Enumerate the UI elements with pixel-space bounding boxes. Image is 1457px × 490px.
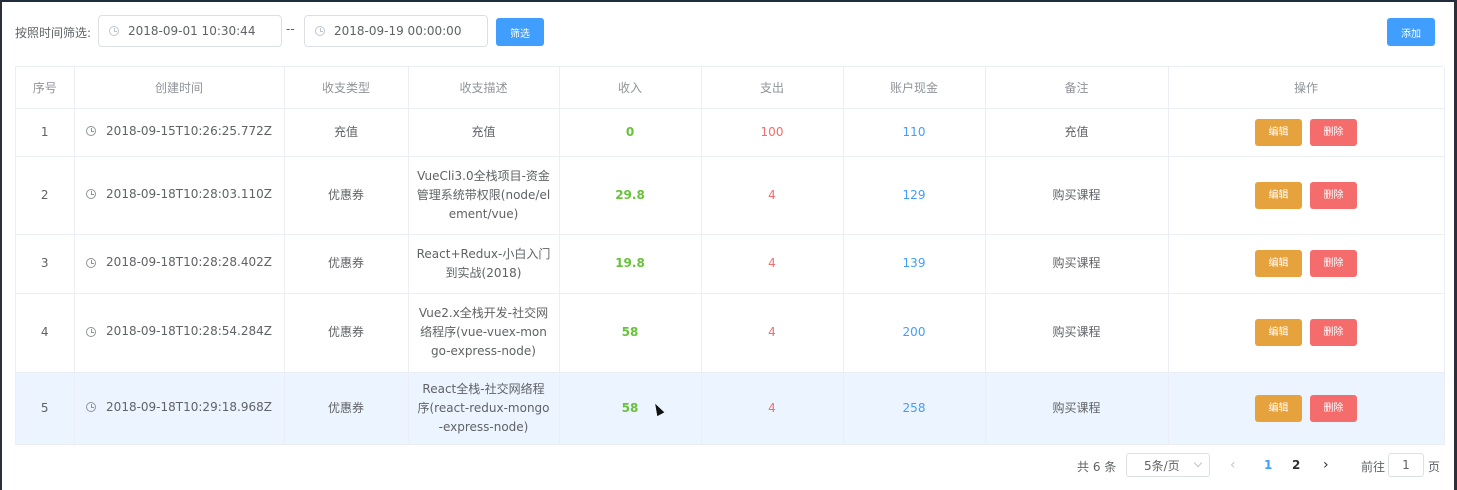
delete-button[interactable]: 删除 [1310,394,1357,422]
delete-button[interactable]: 删除 [1310,250,1357,277]
cell-time: 2018-09-18T10:28:28.402Z [106,255,272,270]
table-row[interactable]: 1 2018-09-15T10:26:25.772Z 充值 充值 0 100 1… [16,108,1445,157]
filter-label: 按照时间筛选: [15,26,92,40]
filter-button[interactable]: 筛选 [496,18,544,46]
table-row[interactable]: 4 2018-09-18T10:28:54.284Z 优惠券 Vue2.x全栈开… [16,293,1445,373]
edit-button[interactable]: 编辑 [1255,319,1302,346]
goto-suffix: 页 [1428,460,1441,474]
cell-expense: 4 [701,372,844,445]
goto-page-input[interactable]: 1 [1388,453,1424,477]
header-actions: 操作 [1168,67,1445,109]
end-date-value: 2018-09-19 00:00:00 [334,24,462,38]
end-date-input[interactable]: 2018-09-19 00:00:00 [304,15,488,47]
window-left-border [0,0,2,490]
cell-income: 19.8 [559,234,702,294]
cell-cash: 129 [843,156,986,235]
edit-button[interactable]: 编辑 [1255,118,1302,146]
clock-icon [86,257,97,268]
start-date-input[interactable]: 2018-09-01 10:30:44 [98,15,282,47]
date-range-separator: -- [286,22,295,36]
cell-description: React全栈-社交网络程序(react-redux-mongo-express… [417,381,550,434]
header-index: 序号 [16,67,75,109]
cell-income: 0 [559,108,702,157]
delete-button[interactable]: 删除 [1310,118,1357,146]
page-number-1[interactable]: 1 [1264,458,1272,472]
chevron-down-icon [1193,458,1203,468]
delete-button[interactable]: 删除 [1310,181,1357,209]
header-expense: 支出 [701,67,844,109]
header-remark: 备注 [985,67,1169,109]
cell-time: 2018-09-18T10:28:03.110Z [106,186,272,201]
edit-button[interactable]: 编辑 [1255,394,1302,422]
cell-remark: 购买课程 [985,156,1169,235]
page-size-select[interactable]: 5条/页 [1126,453,1210,477]
cell-index: 1 [16,108,75,157]
edit-button[interactable]: 编辑 [1255,250,1302,277]
clock-icon [86,326,97,337]
cell-expense: 4 [701,156,844,235]
pagination: 共 6 条 5条/页 ‹ 1 2 › 前往 1 页 [0,453,1457,477]
clock-icon [86,402,97,413]
cell-cash: 258 [843,372,986,445]
add-button[interactable]: 添加 [1387,18,1435,46]
table-row[interactable]: 2 2018-09-18T10:28:03.110Z 优惠券 VueCli3.0… [16,156,1445,235]
cell-description: Vue2.x全栈开发-社交网络程序(vue-vuex-mongo-express… [418,306,549,358]
cell-income: 58 [559,372,702,445]
page-size-value: 5条/页 [1144,458,1180,473]
cell-expense: 100 [701,108,844,157]
cell-expense: 4 [701,293,844,373]
header-cash: 账户现金 [843,67,986,109]
cell-index: 4 [16,293,75,373]
delete-button[interactable]: 删除 [1310,319,1357,346]
cell-type: 优惠券 [284,234,409,294]
pagination-total: 共 6 条 [1077,460,1117,474]
cell-remark: 购买课程 [985,234,1169,294]
cell-expense: 4 [701,234,844,294]
cell-description: VueCli3.0全栈项目-资金管理系统带权限(node/element/vue… [416,168,551,221]
clock-icon [315,26,325,36]
cell-index: 3 [16,234,75,294]
header-income: 收入 [559,67,702,109]
cell-remark: 充值 [985,108,1169,157]
cell-type: 优惠券 [284,293,409,373]
prev-page-icon[interactable]: ‹ [1230,457,1236,473]
window-top-border [0,0,1457,2]
next-page-icon[interactable]: › [1323,457,1329,473]
table-row[interactable]: 5 2018-09-18T10:29:18.968Z 优惠券 React全栈-社… [16,372,1445,445]
cell-index: 2 [16,156,75,235]
clock-icon [86,126,97,137]
cell-description: React+Redux-小白入门到实战(2018) [416,246,551,280]
cell-time: 2018-09-15T10:26:25.772Z [106,123,272,138]
table-header-row: 序号 创建时间 收支类型 收支描述 收入 支出 账户现金 备注 操作 [16,67,1445,109]
clock-icon [86,189,97,200]
start-date-value: 2018-09-01 10:30:44 [128,24,256,38]
clock-icon [109,26,119,36]
goto-label: 前往 [1361,460,1386,474]
cell-type: 充值 [284,108,409,157]
cell-cash: 139 [843,234,986,294]
header-description: 收支描述 [408,67,560,109]
cell-description: 充值 [471,124,496,139]
cell-type: 优惠券 [284,156,409,235]
table-row[interactable]: 3 2018-09-18T10:28:28.402Z 优惠券 React+Red… [16,234,1445,294]
cell-remark: 购买课程 [985,372,1169,445]
header-created-time: 创建时间 [74,67,285,109]
cell-time: 2018-09-18T10:29:18.968Z [106,399,272,414]
cell-income: 58 [559,293,702,373]
cell-remark: 购买课程 [985,293,1169,373]
fund-table: 序号 创建时间 收支类型 收支描述 收入 支出 账户现金 备注 操作 1 201… [15,66,1445,445]
cell-type: 优惠券 [284,372,409,445]
cell-index: 5 [16,372,75,445]
cell-cash: 110 [843,108,986,157]
header-type: 收支类型 [284,67,409,109]
cell-time: 2018-09-18T10:28:54.284Z [106,324,272,339]
edit-button[interactable]: 编辑 [1255,181,1302,209]
cell-income: 29.8 [559,156,702,235]
page-number-2[interactable]: 2 [1292,458,1300,472]
cell-cash: 200 [843,293,986,373]
